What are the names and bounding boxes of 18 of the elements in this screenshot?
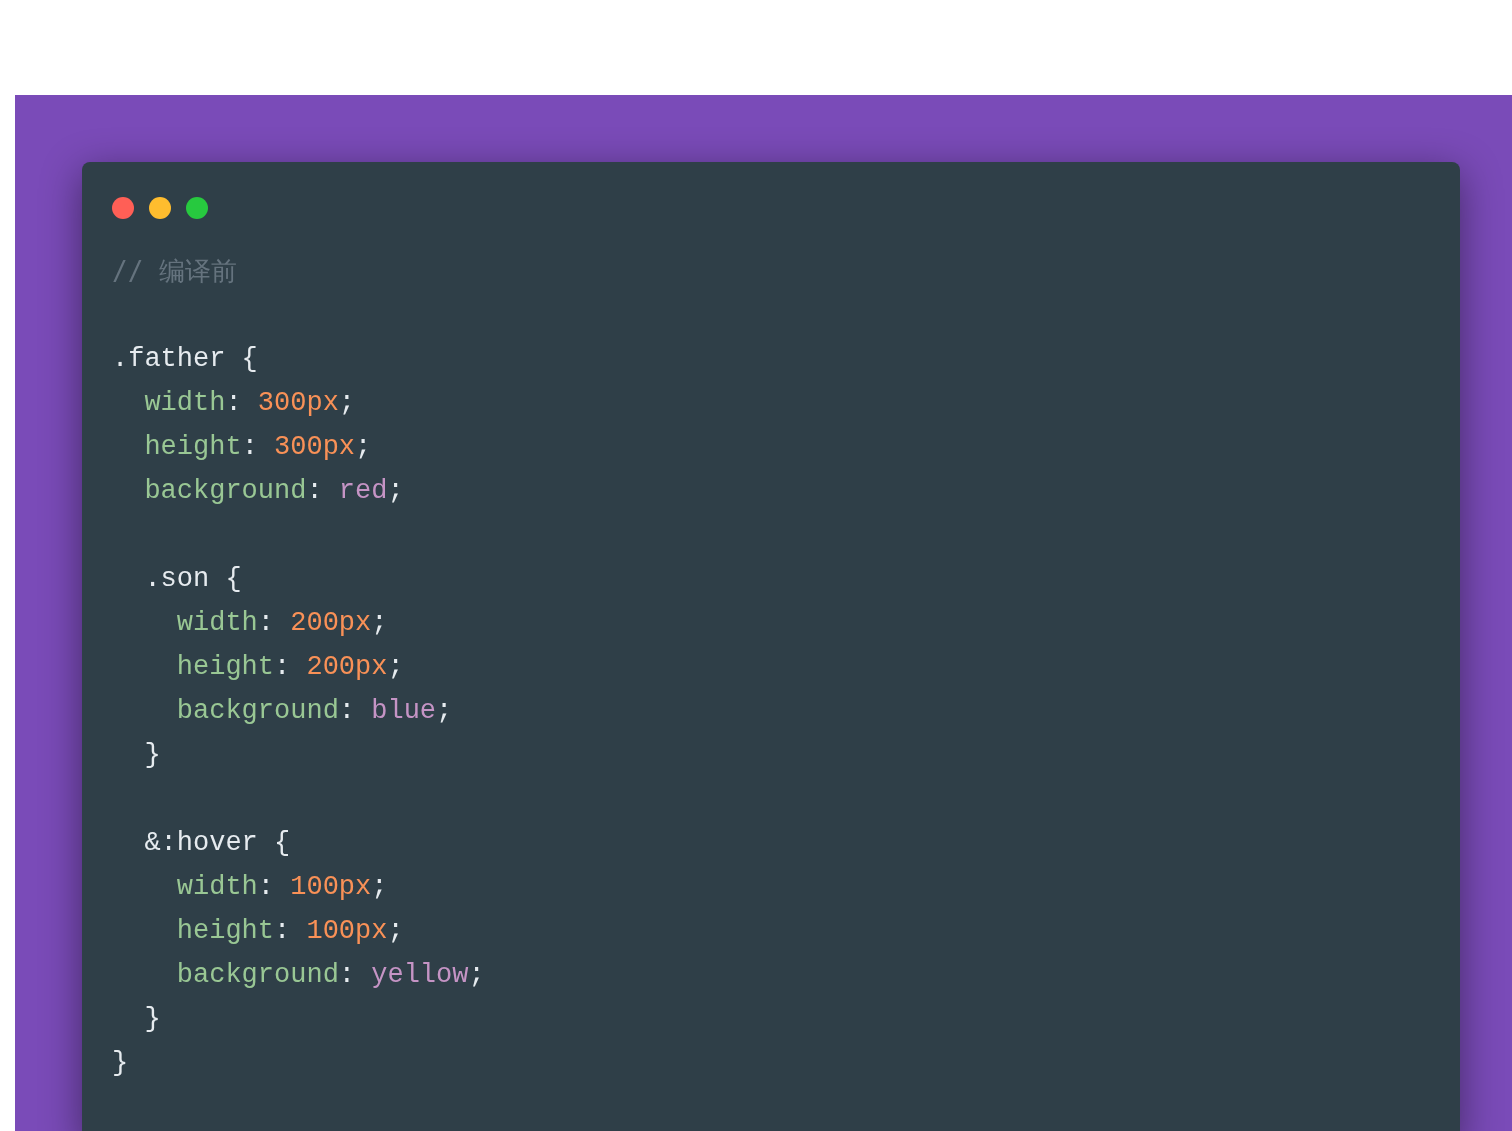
code-line: &:hover { [143,828,291,858]
code-line: background: yellow; [175,960,485,990]
code-line: width: 200px; [175,608,388,638]
code-line: .father { [112,344,258,374]
code-line: } [112,1048,129,1078]
code-line: height: 200px; [175,652,404,682]
code-line: height: 100px; [175,916,404,946]
code-line: background: red; [143,476,404,506]
window-button[interactable] [149,197,171,219]
code-line: width: 100px; [175,872,388,902]
code-line: } [143,1004,161,1034]
code-line: } [143,740,161,770]
window-button[interactable] [112,197,134,219]
window-button[interactable] [186,197,208,219]
code-line: .son { [143,564,242,594]
code-line: height: 300px; [143,432,372,462]
code-line: background: blue; [175,696,453,726]
code-line: width: 300px; [143,388,356,418]
